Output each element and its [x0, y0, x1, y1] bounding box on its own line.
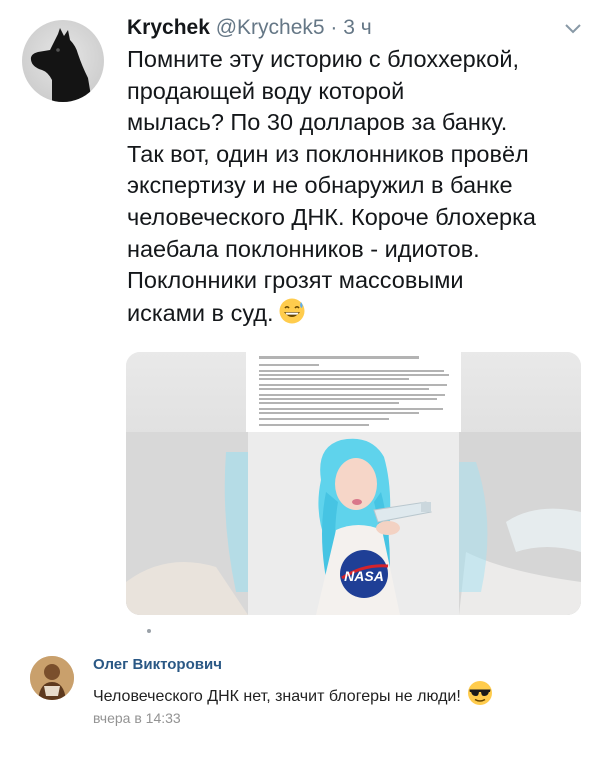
tweet-text-line: продающей воду которой — [127, 77, 405, 104]
tweet-text-line: Так вот, один из поклонников провёл — [127, 140, 529, 167]
photo-collage: NASA — [126, 352, 581, 615]
tweet-media-image[interactable]: NASA — [126, 352, 581, 615]
tweet-card: Krychek @Krychek5 · 3 ч Помните эту исто… — [0, 0, 600, 640]
commenter-avatar[interactable] — [30, 656, 74, 700]
tweet-text-line: мылась? По 30 долларов за банку. — [127, 109, 508, 136]
header-separator: · — [324, 16, 344, 39]
comment-card: Олег Викторович Человеческого ДНК нет, з… — [0, 648, 600, 782]
tweet-text-line: человеческого ДНК. Короче блохерка — [127, 203, 536, 230]
tweet-text: Помните эту историю с блоххеркой, продаю… — [127, 44, 587, 329]
tweet-text-line: наебала поклонников - идиотов. — [127, 235, 480, 262]
tweet-text-line: Помните эту историю с блоххеркой, — [127, 46, 520, 72]
comment-timestamp[interactable]: вчера в 14:33 — [93, 710, 181, 726]
grinning-sweat-emoji-icon — [279, 298, 305, 324]
person-photo-icon — [30, 656, 74, 700]
divider-dot — [147, 629, 151, 633]
tweet-header: Krychek @Krychek5 · 3 ч — [127, 14, 372, 42]
tweet-text-line: экспертизу и не обнаружил в банке — [127, 172, 513, 199]
comment-text: Человеческого ДНК нет, значит блогеры не… — [93, 680, 493, 708]
tweet-time[interactable]: 3 ч — [343, 16, 371, 39]
tweet-text-last-line: исками в суд. — [127, 297, 587, 330]
nasa-logo-text: NASA — [344, 568, 384, 584]
dog-silhouette-icon — [30, 28, 92, 102]
tweet-text-line: исками в суд. — [127, 299, 274, 326]
commenter-name[interactable]: Олег Викторович — [93, 656, 222, 673]
author-handle[interactable]: @Krychek5 — [216, 16, 325, 39]
author-avatar[interactable] — [22, 20, 104, 102]
author-name[interactable]: Krychek — [127, 16, 210, 39]
sunglasses-emoji-icon — [467, 681, 492, 705]
tweet-text-line: Поклонники грозят массовыми — [127, 267, 464, 294]
chevron-down-icon[interactable] — [562, 20, 584, 36]
comment-text-body: Человеческого ДНК нет, значит блогеры не… — [93, 688, 461, 705]
